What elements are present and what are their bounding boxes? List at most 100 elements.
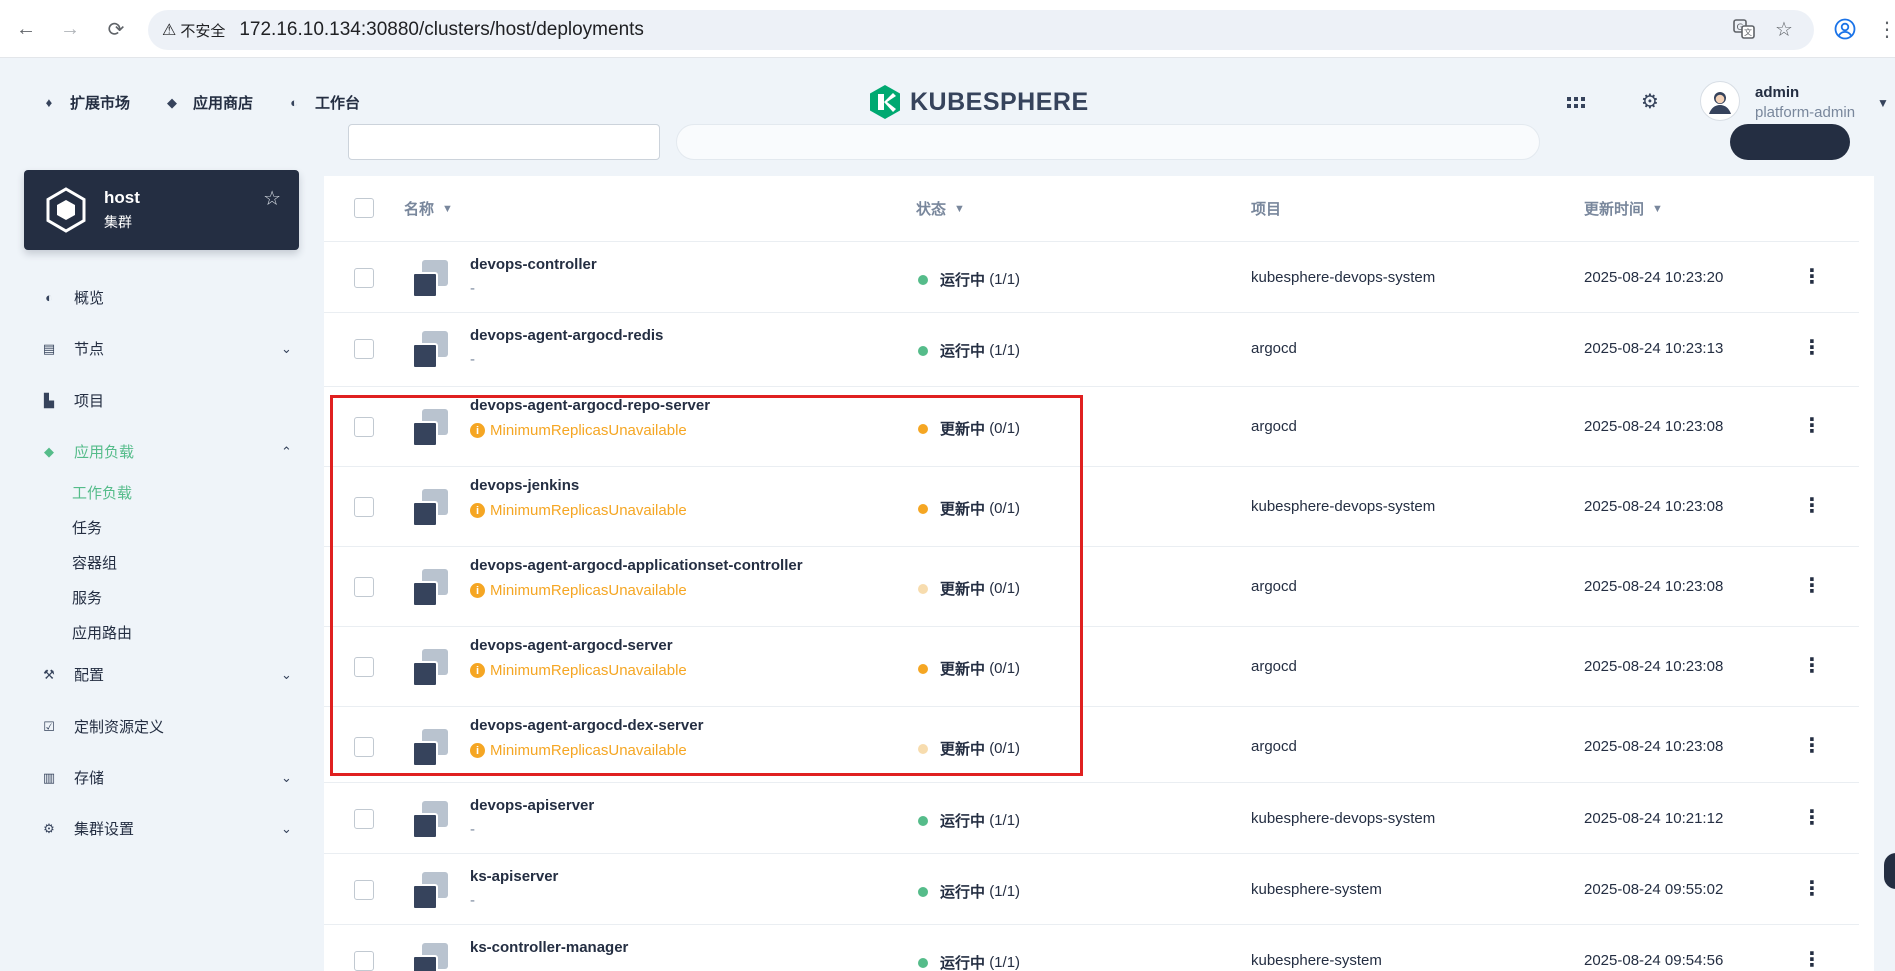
more-actions-icon[interactable]: ⋮	[1802, 413, 1822, 438]
project-name[interactable]: kubesphere-system	[1251, 952, 1382, 969]
reload-icon[interactable]: ⟳	[100, 13, 132, 45]
project-name[interactable]: kubesphere-devops-system	[1251, 498, 1435, 515]
star-icon[interactable]: ☆	[263, 186, 281, 211]
sidebar-subitem-workloads[interactable]: 工作负载	[72, 482, 132, 503]
crd-icon: ☑	[43, 718, 55, 734]
status-label: 运行中	[940, 955, 986, 971]
nav-app-store[interactable]: ◆ 应用商店	[163, 92, 253, 113]
insecure-label[interactable]: 不安全	[180, 20, 225, 41]
workload-name[interactable]: devops-agent-argocd-redis	[470, 327, 663, 344]
status-badge: 运行中 (1/1)	[918, 810, 1020, 831]
select-all-checkbox[interactable]	[354, 198, 374, 218]
project-name[interactable]: argocd	[1251, 578, 1297, 595]
forward-arrow-icon[interactable]: →	[54, 13, 86, 45]
more-actions-icon[interactable]: ⋮	[1802, 493, 1822, 518]
nav-workbench[interactable]: ◐ 工作台	[285, 92, 360, 113]
table-row[interactable]: devops-agent-argocd-redis - 运行中 (1/1) ar…	[324, 312, 1859, 383]
cluster-card[interactable]: host 集群 ☆	[24, 170, 299, 250]
row-checkbox[interactable]	[354, 951, 374, 971]
more-actions-icon[interactable]: ⋮	[1802, 876, 1822, 901]
sort-caret-icon: ▼	[1652, 202, 1663, 215]
sidebar-subitem-services[interactable]: 服务	[72, 587, 102, 608]
project-name[interactable]: argocd	[1251, 340, 1297, 357]
sidebar-item-projects[interactable]: ▙ 项目	[40, 390, 104, 411]
more-actions-icon[interactable]: ⋮	[1802, 805, 1822, 830]
column-status[interactable]: 状态 ▼	[916, 198, 965, 219]
table-row[interactable]: devops-apiserver - 运行中 (1/1) kubesphere-…	[324, 782, 1859, 853]
updated-time: 2025-08-24 10:23:13	[1584, 340, 1724, 357]
workload-name[interactable]: devops-apiserver	[470, 797, 594, 814]
create-button[interactable]	[1730, 124, 1850, 160]
table-row[interactable]: ks-controller-manager - 运行中 (1/1) kubesp…	[324, 924, 1859, 971]
user-name[interactable]: admin	[1755, 84, 1799, 101]
chevron-down-icon[interactable]: ⌄	[281, 341, 292, 357]
row-checkbox[interactable]	[354, 809, 374, 829]
sidebar-item-config[interactable]: ⚒ 配置	[40, 664, 104, 685]
user-role: platform-admin	[1755, 104, 1856, 121]
hammer-icon: ⚒	[43, 666, 55, 682]
workload-name[interactable]: devops-controller	[470, 256, 597, 273]
more-actions-icon[interactable]: ⋮	[1802, 335, 1822, 360]
sidebar-item-nodes[interactable]: ▤ 节点	[40, 338, 104, 359]
workload-description: -	[470, 821, 475, 838]
sidebar-item-storage[interactable]: ▥ 存储	[40, 767, 104, 788]
column-name[interactable]: 名称 ▼	[404, 198, 453, 219]
chevron-down-icon[interactable]: ⌄	[281, 770, 292, 786]
column-label: 名称	[404, 201, 435, 218]
more-actions-icon[interactable]: ⋮	[1802, 264, 1822, 289]
project-name[interactable]: argocd	[1251, 418, 1297, 435]
more-actions-icon[interactable]: ⋮	[1802, 947, 1822, 971]
updated-time: 2025-08-24 10:23:08	[1584, 738, 1724, 755]
address-bar[interactable]: ⚠ 不安全 172.16.10.134:30880/clusters/host/…	[148, 10, 1814, 50]
nav-extension-market[interactable]: ♦ 扩展市场	[40, 92, 130, 113]
sidebar-subitem-pods[interactable]: 容器组	[72, 552, 117, 573]
sidebar-subitem-routes[interactable]: 应用路由	[72, 622, 132, 643]
status-dot-icon	[918, 345, 928, 356]
row-checkbox[interactable]	[354, 880, 374, 900]
sidebar-item-label: 概览	[74, 290, 105, 307]
table-header: 名称 ▼ 状态 ▼ 项目 更新时间 ▼	[324, 176, 1874, 240]
sidebar-item-overview[interactable]: ◐ 概览	[40, 287, 104, 308]
sidebar-item-cluster-settings[interactable]: ⚙ 集群设置	[40, 818, 134, 839]
status-badge: 运行中 (1/1)	[918, 340, 1020, 361]
more-actions-icon[interactable]: ⋮	[1802, 653, 1822, 678]
apps-grid-icon[interactable]	[1567, 94, 1585, 117]
column-project: 项目	[1251, 198, 1281, 219]
sidebar-item-crd[interactable]: ☑ 定制资源定义	[40, 716, 164, 737]
project-name[interactable]: kubesphere-system	[1251, 881, 1382, 898]
row-checkbox[interactable]	[354, 268, 374, 288]
deployment-icon	[410, 329, 452, 371]
help-float-button[interactable]	[1884, 853, 1895, 889]
chevron-down-icon[interactable]: ⌄	[281, 667, 292, 683]
column-updated[interactable]: 更新时间 ▼	[1584, 198, 1663, 219]
project-name[interactable]: argocd	[1251, 738, 1297, 755]
caret-down-icon[interactable]: ▼	[1877, 96, 1889, 110]
sidebar-subitem-jobs[interactable]: 任务	[72, 517, 102, 538]
project-name[interactable]: kubesphere-devops-system	[1251, 810, 1435, 827]
table-row[interactable]: ks-apiserver - 运行中 (1/1) kubesphere-syst…	[324, 853, 1859, 924]
chevron-up-icon[interactable]: ⌃	[281, 444, 292, 460]
more-actions-icon[interactable]: ⋮	[1802, 733, 1822, 758]
kubesphere-logo[interactable]: KUBESPHERE	[868, 84, 1089, 120]
workload-description: -	[470, 892, 475, 909]
back-arrow-icon[interactable]: ←	[10, 13, 42, 45]
more-actions-icon[interactable]: ⋮	[1802, 573, 1822, 598]
bookmark-star-icon[interactable]: ☆	[1767, 12, 1801, 46]
translate-icon[interactable]: G文	[1727, 12, 1761, 46]
search-input[interactable]	[676, 124, 1540, 160]
workload-name[interactable]: ks-apiserver	[470, 868, 558, 885]
avatar[interactable]	[1700, 81, 1740, 121]
project-select[interactable]	[348, 124, 660, 160]
row-checkbox[interactable]	[354, 339, 374, 359]
profile-icon[interactable]	[1828, 12, 1862, 46]
table-row[interactable]: devops-controller - 运行中 (1/1) kubesphere…	[324, 241, 1859, 312]
url-text[interactable]: 172.16.10.134:30880/clusters/host/deploy…	[239, 19, 644, 41]
project-name[interactable]: argocd	[1251, 658, 1297, 675]
menu-dots-icon[interactable]: ⋮	[1870, 12, 1895, 46]
project-name[interactable]: kubesphere-devops-system	[1251, 269, 1435, 286]
chevron-down-icon[interactable]: ⌄	[281, 821, 292, 837]
sidebar-item-app-workloads[interactable]: ◆ 应用负载	[40, 441, 134, 462]
settings-gear-icon[interactable]: ⚙	[1641, 89, 1659, 114]
status-badge: 运行中 (1/1)	[918, 952, 1020, 971]
workload-name[interactable]: ks-controller-manager	[470, 939, 628, 956]
